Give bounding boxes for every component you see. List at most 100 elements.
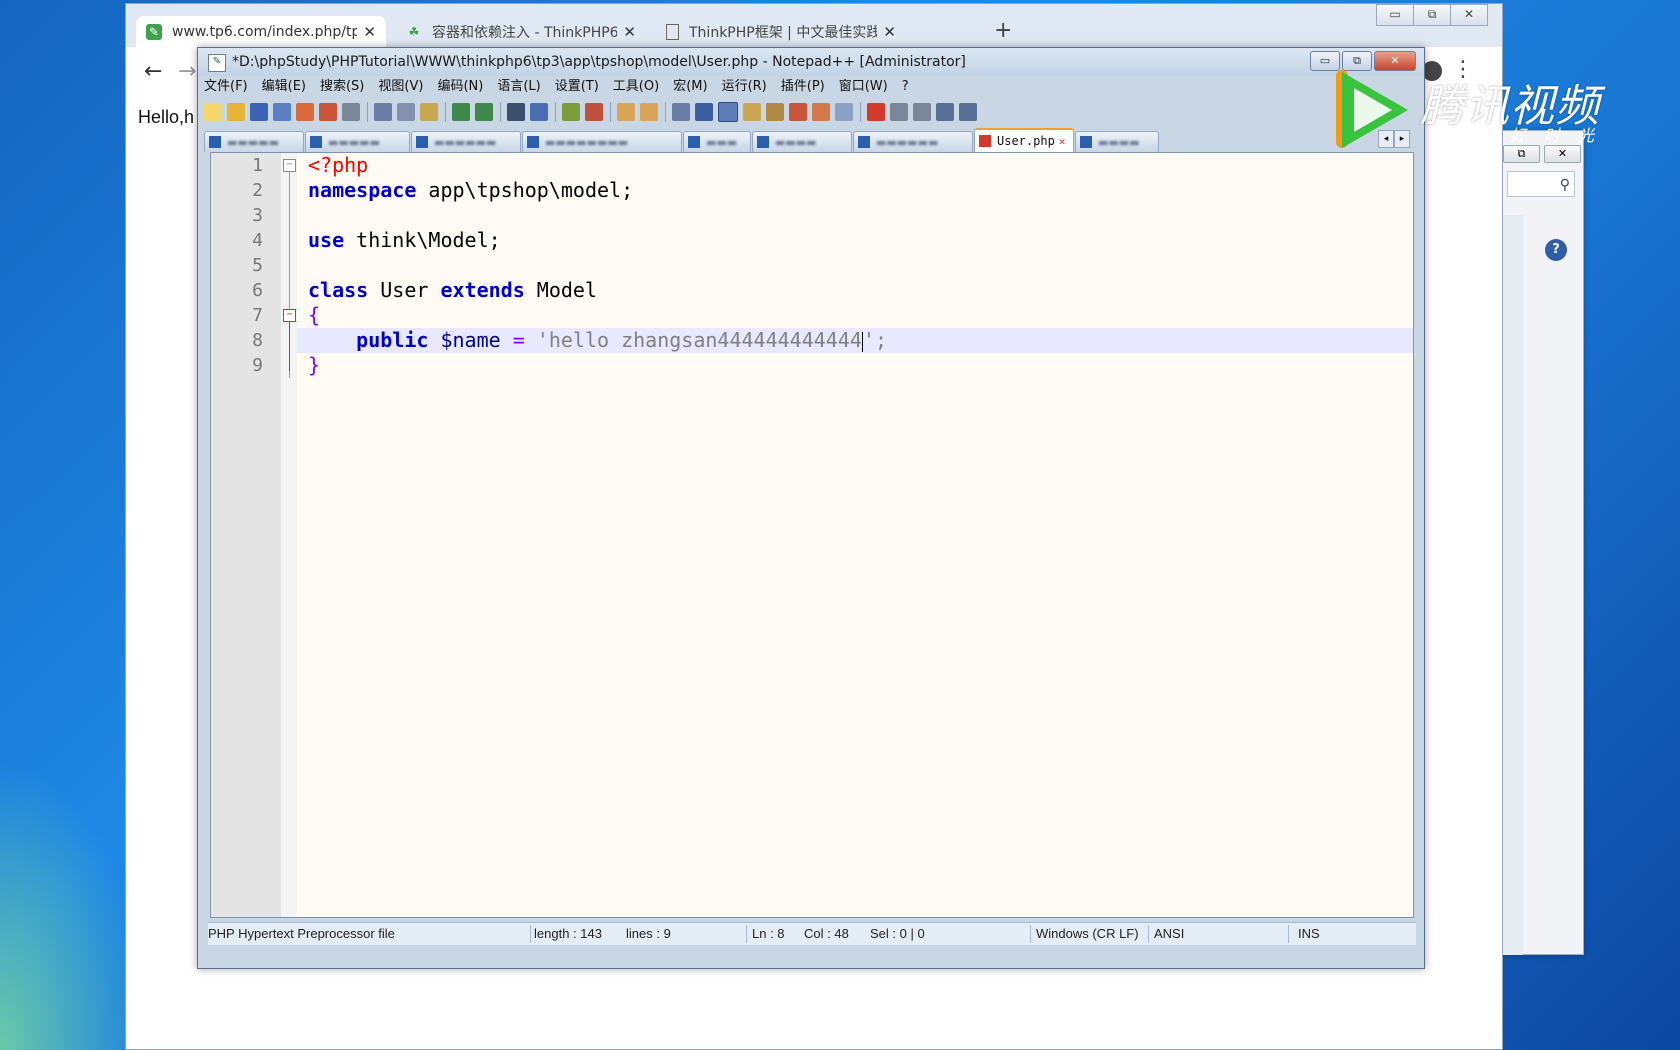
minimize-button[interactable]: ▭ xyxy=(1310,51,1340,71)
zoom-in-icon[interactable] xyxy=(562,103,580,121)
doc-tab[interactable]: ▬▬▬▬ xyxy=(1075,131,1159,152)
record-macro-icon[interactable] xyxy=(867,103,885,121)
word-wrap-icon[interactable] xyxy=(672,103,690,121)
sync-horizontal-icon[interactable] xyxy=(640,103,658,121)
help-icon[interactable]: ? xyxy=(1545,239,1567,261)
brace: { xyxy=(308,303,321,327)
menu-macro[interactable]: 宏(M) xyxy=(673,76,707,98)
menu-search[interactable]: 搜索(S) xyxy=(320,76,364,98)
status-insert-mode: INS xyxy=(1298,926,1320,941)
doc-tab-user-php[interactable]: User.php ✕ xyxy=(974,128,1074,152)
run-macro-multiple-icon[interactable] xyxy=(936,103,954,121)
doc-tab[interactable]: ▬▬▬▬▬▬ xyxy=(853,131,973,152)
code-text: } xyxy=(308,353,320,378)
redo-icon[interactable] xyxy=(475,103,493,121)
string-literal-end: '; xyxy=(862,328,888,352)
line-number: 7 xyxy=(252,305,263,326)
tencent-video-watermark: 腾讯视频 不负好时光 xyxy=(1336,68,1632,148)
browser-tab-2[interactable]: ☘ 容器和依赖注入 - ThinkPHP6.0 ✕ xyxy=(396,16,646,47)
code-line-7: 7 { xyxy=(211,303,1413,328)
save-all-icon[interactable] xyxy=(273,103,291,121)
npp-document-tabs: ▬▬▬▬▬ ▬▬▬▬▬ ▬▬▬▬▬▬ ▬▬▬▬▬▬▬▬ ▬▬▬ ▬▬▬▬ ▬▬▬… xyxy=(204,128,1416,152)
close-icon[interactable]: ✕ xyxy=(363,23,376,41)
zoom-out-icon[interactable] xyxy=(585,103,603,121)
close-all-icon[interactable] xyxy=(319,103,337,121)
new-tab-button[interactable]: + xyxy=(994,18,1012,43)
menu-encoding[interactable]: 编码(N) xyxy=(437,76,483,98)
cut-icon[interactable] xyxy=(374,103,392,121)
code-text: <?php xyxy=(308,153,368,178)
code-line-6: 6 class User extends Model xyxy=(211,278,1413,303)
line-number: 1 xyxy=(252,155,263,176)
find-icon[interactable] xyxy=(507,103,525,121)
code-text: namespace app\tpshop\model; xyxy=(308,178,633,203)
close-icon[interactable]: ✕ xyxy=(883,23,896,41)
status-encoding: ANSI xyxy=(1154,926,1185,941)
folder-workspace-icon[interactable] xyxy=(812,103,830,121)
doc-tab[interactable]: ▬▬▬▬▬ xyxy=(204,131,304,152)
doc-tab[interactable]: ▬▬▬▬ xyxy=(752,131,852,152)
operator: = xyxy=(512,328,525,352)
menu-edit[interactable]: 编辑(E) xyxy=(262,76,306,98)
forward-arrow-icon[interactable]: → xyxy=(178,59,196,84)
brace: } xyxy=(308,353,321,377)
doc-tab[interactable]: ▬▬▬ xyxy=(683,131,751,152)
close-icon[interactable]: ✕ xyxy=(623,23,636,41)
line-number: 8 xyxy=(252,330,263,351)
search-icon[interactable]: ⚲ xyxy=(1507,171,1575,197)
menu-settings[interactable]: 设置(T) xyxy=(555,76,599,98)
play-macro-icon[interactable] xyxy=(913,103,931,121)
code-line-9: 9 } xyxy=(211,353,1413,378)
close-file-icon[interactable] xyxy=(296,103,314,121)
code-token: think\Model; xyxy=(344,228,501,252)
code-text: class User extends Model xyxy=(308,278,597,303)
new-file-icon[interactable] xyxy=(204,103,222,121)
browser-tab-1[interactable]: ✎ www.tp6.com/index.php/tpsh ✕ xyxy=(136,16,386,47)
back-arrow-icon[interactable]: ← xyxy=(144,59,162,84)
menu-plugins[interactable]: 插件(P) xyxy=(781,76,825,98)
menu-window[interactable]: 窗口(W) xyxy=(839,76,888,98)
menu-run[interactable]: 运行(R) xyxy=(722,76,767,98)
stop-macro-icon[interactable] xyxy=(890,103,908,121)
status-separator xyxy=(746,925,747,943)
function-list-icon[interactable] xyxy=(789,103,807,121)
save-macro-icon[interactable] xyxy=(959,103,977,121)
status-separator xyxy=(1148,925,1149,943)
line-number: 3 xyxy=(252,205,263,226)
menu-help[interactable]: ? xyxy=(902,76,909,98)
doc-tab[interactable]: ▬▬▬▬▬ xyxy=(305,131,410,152)
doc-map-icon[interactable] xyxy=(766,103,784,121)
menu-tools[interactable]: 工具(O) xyxy=(613,76,659,98)
toolbar-separator xyxy=(500,102,501,122)
copy-icon[interactable] xyxy=(397,103,415,121)
code-editor[interactable]: − − 1 <?php 2 namespace app\tpshop\model… xyxy=(210,152,1414,918)
language-icon[interactable] xyxy=(743,103,761,121)
doc-tab[interactable]: ▬▬▬▬▬▬ xyxy=(411,131,521,152)
print-icon[interactable] xyxy=(342,103,360,121)
browser-tab-3[interactable]: ThinkPHP框架 | 中文最佳实践P ✕ xyxy=(656,16,906,47)
menu-view[interactable]: 视图(V) xyxy=(378,76,423,98)
replace-icon[interactable] xyxy=(530,103,548,121)
monitoring-icon[interactable] xyxy=(835,103,853,121)
paste-icon[interactable] xyxy=(420,103,438,121)
close-icon[interactable]: ✕ xyxy=(1059,135,1066,148)
maximize-button[interactable]: ⧉ xyxy=(1413,4,1451,26)
line-number: 5 xyxy=(252,255,263,276)
undo-icon[interactable] xyxy=(452,103,470,121)
indent-guide-icon[interactable] xyxy=(718,102,738,122)
menu-language[interactable]: 语言(L) xyxy=(497,76,540,98)
open-file-icon[interactable] xyxy=(227,103,245,121)
doc-tab[interactable]: ▬▬▬▬▬▬▬▬ xyxy=(522,131,682,152)
minimize-button[interactable]: ▭ xyxy=(1376,4,1414,26)
save-icon[interactable] xyxy=(250,103,268,121)
sync-vertical-icon[interactable] xyxy=(617,103,635,121)
tab-title: ThinkPHP框架 | 中文最佳实践P xyxy=(689,24,878,41)
menu-file[interactable]: 文件(F) xyxy=(204,76,248,98)
code-line-3: 3 xyxy=(211,203,1413,228)
code-line-1: 1 <?php xyxy=(211,153,1413,178)
line-number: 2 xyxy=(252,180,263,201)
show-all-chars-icon[interactable] xyxy=(695,103,713,121)
npp-title-bar[interactable]: ✎ *D:\phpStudy\PHPTutorial\WWW\thinkphp6… xyxy=(198,48,1424,76)
close-button[interactable]: ✕ xyxy=(1450,4,1488,26)
page-icon xyxy=(666,23,679,40)
